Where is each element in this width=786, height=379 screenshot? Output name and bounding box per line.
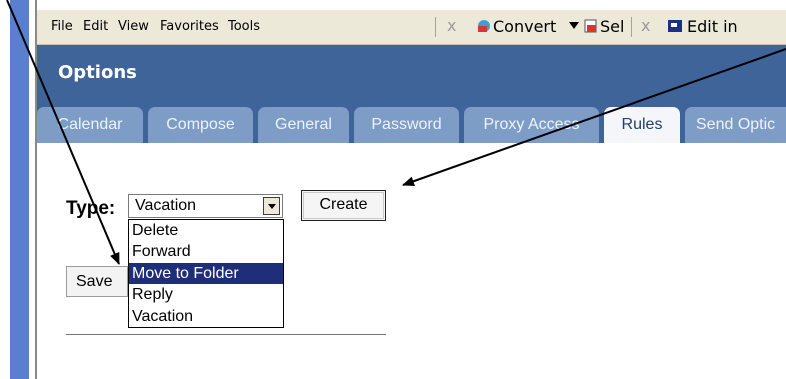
annotation-arrows (6, 0, 786, 265)
arrow-to-create (402, 48, 786, 187)
arrow-to-dropdown (6, 0, 120, 265)
